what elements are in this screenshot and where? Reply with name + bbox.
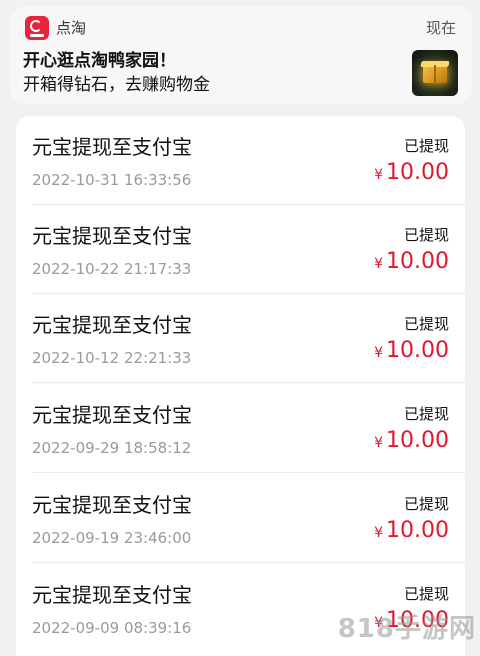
site-watermark: 818手游网 xyxy=(337,614,476,644)
transaction-status: 已提现 xyxy=(403,405,449,423)
currency-symbol: ¥ xyxy=(374,256,384,272)
transaction-title: 元宝提现至支付宝 xyxy=(32,224,192,248)
transaction-amount: ¥10.00 xyxy=(374,249,449,274)
transaction-status: 已提现 xyxy=(403,315,449,333)
transaction-title: 元宝提现至支付宝 xyxy=(32,403,192,427)
transaction-list: 元宝提现至支付宝 2022-10-31 16:33:56 已提现 ¥10.00 … xyxy=(16,116,465,656)
transaction-row[interactable]: 元宝提现至支付宝 2022-10-22 21:17:33 已提现 ¥10.00 xyxy=(16,205,465,294)
transaction-title: 元宝提现至支付宝 xyxy=(32,135,192,159)
currency-symbol: ¥ xyxy=(374,435,384,451)
transaction-date: 2022-10-12 22:21:33 xyxy=(32,349,192,367)
notification-title: 开心逛点淘鸭家园！ xyxy=(23,51,176,71)
row-divider xyxy=(32,472,465,473)
row-divider xyxy=(32,562,465,563)
transaction-status: 已提现 xyxy=(403,226,449,244)
transaction-date: 2022-09-19 23:46:00 xyxy=(32,529,192,547)
transaction-date: 2022-09-09 08:39:16 xyxy=(32,619,192,637)
transaction-title: 元宝提现至支付宝 xyxy=(32,493,192,517)
notification-app-name: 点淘 xyxy=(56,19,87,37)
push-notification[interactable]: 点淘 现在 开心逛点淘鸭家园！ 开箱得钻石，去赚购物金 xyxy=(10,6,472,104)
transaction-status: 已提现 xyxy=(403,585,449,603)
transaction-date: 2022-10-31 16:33:56 xyxy=(32,171,192,189)
transaction-amount: ¥10.00 xyxy=(374,428,449,453)
transaction-row[interactable]: 元宝提现至支付宝 2022-09-29 18:58:12 已提现 ¥10.00 xyxy=(16,384,465,473)
transaction-status: 已提现 xyxy=(403,495,449,513)
transaction-date: 2022-09-29 18:58:12 xyxy=(32,439,192,457)
transaction-title: 元宝提现至支付宝 xyxy=(32,583,192,607)
amount-value: 10.00 xyxy=(386,518,449,543)
amount-value: 10.00 xyxy=(386,160,449,185)
transaction-row[interactable]: 元宝提现至支付宝 2022-10-31 16:33:56 已提现 ¥10.00 xyxy=(16,116,465,205)
diantao-app-icon xyxy=(25,16,49,40)
transaction-title: 元宝提现至支付宝 xyxy=(32,313,192,337)
row-divider xyxy=(32,382,465,383)
currency-symbol: ¥ xyxy=(374,525,384,541)
currency-symbol: ¥ xyxy=(374,167,384,183)
amount-value: 10.00 xyxy=(386,338,449,363)
amount-value: 10.00 xyxy=(386,428,449,453)
treasure-box-image xyxy=(412,50,458,96)
amount-value: 10.00 xyxy=(386,249,449,274)
transaction-row[interactable]: 元宝提现至支付宝 2022-10-12 22:21:33 已提现 ¥10.00 xyxy=(16,294,465,383)
transaction-status: 已提现 xyxy=(403,137,449,155)
currency-symbol: ¥ xyxy=(374,345,384,361)
notification-body: 开箱得钻石，去赚购物金 xyxy=(23,75,210,95)
notification-time: 现在 xyxy=(425,19,456,37)
transaction-date: 2022-10-22 21:17:33 xyxy=(32,260,192,278)
transaction-row[interactable]: 元宝提现至支付宝 2022-09-19 23:46:00 已提现 ¥10.00 xyxy=(16,474,465,563)
transaction-amount: ¥10.00 xyxy=(374,338,449,363)
transaction-amount: ¥10.00 xyxy=(374,160,449,185)
transaction-amount: ¥10.00 xyxy=(374,518,449,543)
